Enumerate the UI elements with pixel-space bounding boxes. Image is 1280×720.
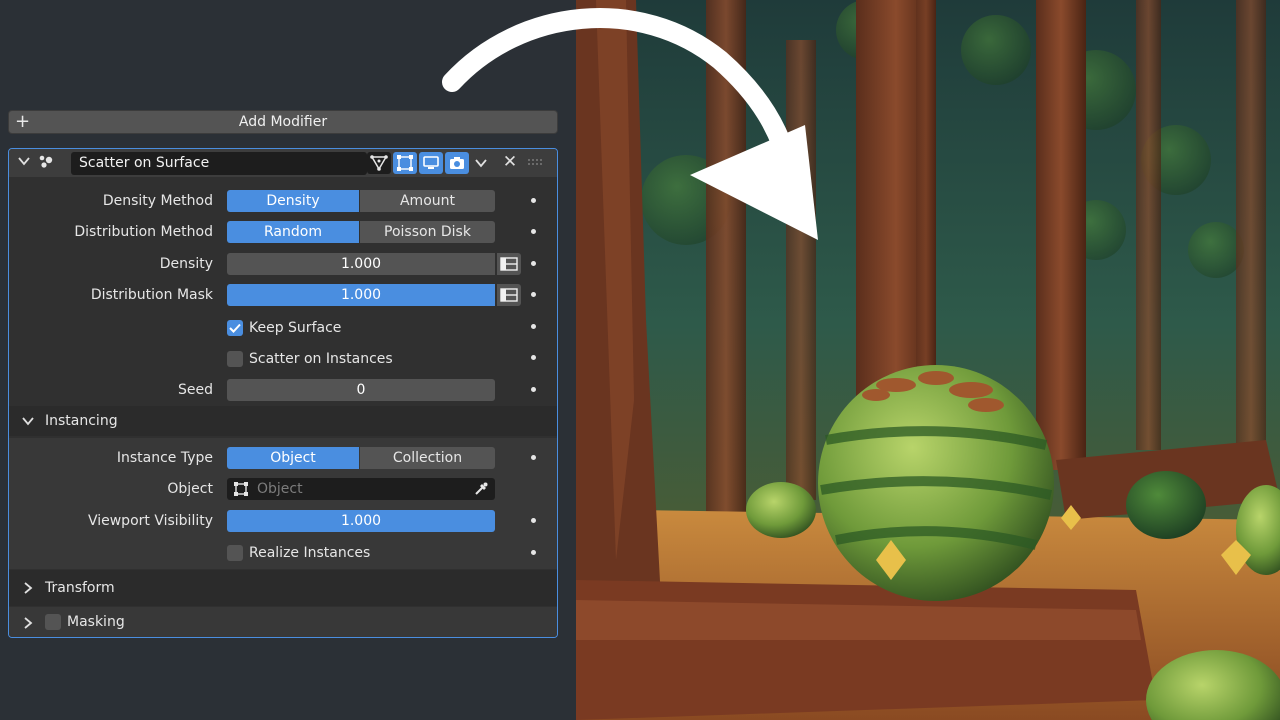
masking-title: Masking [67,614,125,630]
collapse-chevron-icon[interactable] [17,154,31,168]
random-option[interactable]: Random [227,221,359,243]
object-icon [234,482,248,496]
modifier-header: Scatter on Surface ✕ [9,149,557,177]
realize-instances-checkbox[interactable] [227,545,243,561]
render-camera-icon [450,157,464,169]
instancing-subpanel-header[interactable]: Instancing [9,406,557,436]
keyframe-dot[interactable] [531,550,536,555]
distribution-method-label: Distribution Method [74,224,213,240]
scatter-on-instances-label: Scatter on Instances [249,351,393,367]
distribution-mask-field[interactable]: 1.000 [227,284,495,306]
edit-mode-icon [370,155,388,171]
keep-surface-label: Keep Surface [249,320,342,336]
object-option[interactable]: Object [227,447,359,469]
scatter-on-instances-checkbox[interactable] [227,351,243,367]
collapsed-chevron-icon [24,582,33,594]
on-cage-icon [397,155,413,171]
keyframe-dot[interactable] [531,355,536,360]
keyframe-dot[interactable] [531,198,536,203]
keyframe-dot[interactable] [531,261,536,266]
keyframe-dot[interactable] [531,455,536,460]
viewport-visibility-field[interactable]: 1.000 [227,510,495,532]
modifier-name-field[interactable]: Scatter on Surface [71,152,367,175]
distribution-mask-label: Distribution Mask [90,287,213,303]
object-placeholder: Object [257,481,303,497]
density-method-label: Density Method [102,193,213,209]
render-preview-image [576,0,1280,720]
edit-mode-button[interactable] [367,152,391,174]
keyframe-dot[interactable] [531,387,536,392]
checkmark-icon [229,323,241,333]
keyframe-dot[interactable] [531,292,536,297]
instancing-subpanel-body: Instance Type Object Collection Object O… [9,438,557,569]
viewport-visibility-label: Viewport Visibility [87,513,213,529]
density-field[interactable]: 1.000 [227,253,495,275]
keyframe-dot[interactable] [531,229,536,234]
density-option[interactable]: Density [227,190,359,212]
render-toggle-button[interactable] [445,152,469,174]
attribute-toggle-button[interactable] [497,284,521,306]
seed-field[interactable]: 0 [227,379,495,401]
modifier-panel: Scatter on Surface ✕ Density Method Dens… [8,148,558,638]
amount-option[interactable]: Amount [360,190,495,212]
viewport-toggle-button[interactable] [419,152,443,174]
seed-label: Seed [178,382,213,398]
keyframe-dot[interactable] [531,324,536,329]
attribute-table-icon [500,257,518,271]
add-modifier-button[interactable]: + Add Modifier [8,110,558,134]
realize-instances-label: Realize Instances [249,545,371,561]
masking-subpanel-header[interactable]: Masking [9,607,557,637]
transform-subpanel-header[interactable]: Transform [9,570,557,606]
forest-watermelon-render [576,0,1280,720]
collapsed-chevron-icon [24,617,33,629]
attribute-toggle-button[interactable] [497,253,521,275]
dropdown-chevron-icon[interactable] [474,156,488,170]
viewport-icon [423,156,439,169]
drag-grip-icon[interactable] [527,158,547,168]
masking-enable-checkbox[interactable] [45,614,61,630]
geometry-nodes-icon [39,155,53,168]
poisson-disk-option[interactable]: Poisson Disk [360,221,495,243]
collection-option[interactable]: Collection [360,447,495,469]
add-modifier-label: Add Modifier [238,114,328,130]
instancing-title: Instancing [45,413,118,429]
expand-chevron-icon [22,417,34,426]
density-label: Density [159,256,213,272]
transform-title: Transform [45,580,115,596]
instance-type-label: Instance Type [116,450,213,466]
close-icon[interactable]: ✕ [501,152,519,172]
object-label: Object [167,481,213,497]
plus-icon: + [15,111,31,132]
on-cage-button[interactable] [393,152,417,174]
object-field[interactable]: Object [227,478,495,500]
keep-surface-checkbox[interactable] [227,320,243,336]
keyframe-dot[interactable] [531,518,536,523]
eyedropper-icon[interactable] [473,481,489,497]
attribute-table-icon [500,288,518,302]
